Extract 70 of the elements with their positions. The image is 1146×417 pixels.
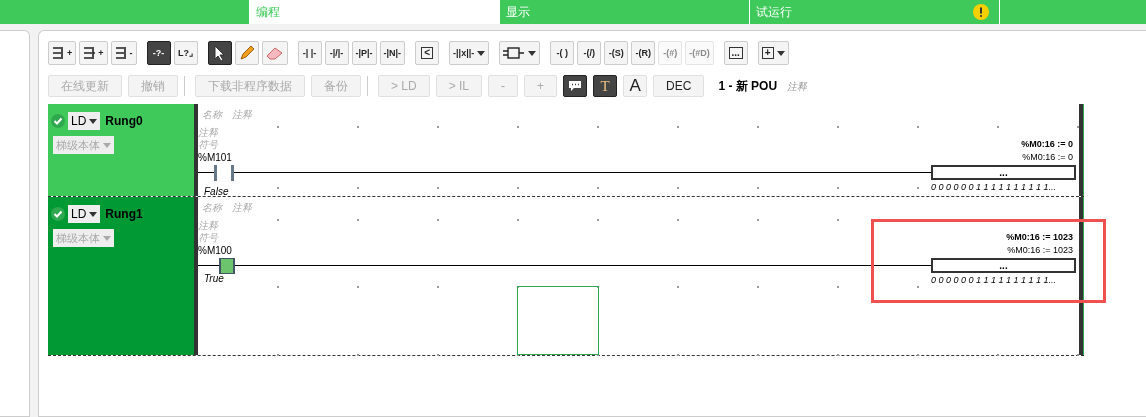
output-title: %M0:16 := 1023 — [1006, 232, 1073, 243]
toolbar-button[interactable]: - — [110, 41, 137, 65]
comment-label: 注释 — [232, 108, 252, 122]
rung-icon — [52, 46, 64, 60]
caret-icon — [776, 50, 785, 56]
block-icon — [503, 46, 526, 60]
symbol-label: 符号 — [198, 232, 218, 244]
toolbar-button[interactable]: -|N|- — [379, 41, 406, 65]
comment-toggle[interactable] — [563, 75, 588, 97]
toolbar-button[interactable]: -|/|- — [324, 41, 349, 65]
framed-symbol: + — [761, 47, 774, 59]
toolbar-button[interactable]: < — [415, 41, 440, 65]
toolbar-button[interactable]: -( ) — [550, 41, 575, 65]
toolbar-button[interactable]: -| |- — [297, 41, 322, 65]
caret-icon — [89, 211, 98, 217]
caret-icon — [477, 50, 486, 56]
caret-icon — [528, 50, 537, 56]
contact[interactable] — [219, 258, 235, 274]
contact-state: True — [204, 273, 224, 285]
comment-label: 注释 — [198, 127, 218, 139]
bit-values: 0 0 0 0 0 0 1 1 1 1 1 1 1 1 1 1... — [931, 182, 1057, 193]
contact-address: %M101 — [198, 152, 232, 164]
toolbar-button[interactable]: -?- — [146, 41, 171, 65]
pointer-icon — [213, 45, 226, 61]
pou-title: 1 - 新 POU — [718, 78, 778, 95]
speech-bubble-icon — [568, 80, 583, 92]
output-value: %M0:16 := 1023 — [1007, 245, 1073, 256]
rung-header[interactable]: LD Rung0 梯级本体 — [48, 104, 194, 196]
symbol-label: 符号 — [198, 139, 218, 151]
pencil-icon — [238, 45, 255, 61]
toolbar-button[interactable]: -(R) — [631, 41, 656, 65]
rung-icon — [114, 46, 127, 60]
contact-state: False — [204, 186, 229, 198]
toolbar-button[interactable]: -(S) — [604, 41, 629, 65]
eraser-icon — [265, 46, 284, 60]
action-button[interactable]: DEC — [653, 75, 705, 97]
bit-values: 0 0 0 0 0 0 1 1 1 1 1 1 1 1 1 1... — [931, 275, 1057, 286]
caret-icon — [103, 142, 111, 148]
name-label: 名称 — [202, 108, 222, 122]
toolbar-button[interactable]: -|P|- — [351, 41, 377, 65]
warning-icon — [973, 4, 989, 20]
font-size-button[interactable]: A — [623, 75, 648, 97]
toolbar-button[interactable]: + — [757, 41, 789, 65]
language-dropdown[interactable]: LD — [68, 112, 101, 130]
framed-symbol: ... — [728, 47, 743, 59]
caret-icon — [103, 235, 111, 241]
caret-icon — [89, 118, 98, 124]
text-toggle[interactable]: T — [593, 75, 618, 97]
comment-label: 注释 — [232, 201, 252, 215]
contact-address: %M100 — [198, 245, 232, 257]
rung-icon — [83, 46, 96, 60]
output-value: %M0:16 := 0 — [1022, 152, 1073, 163]
operation-block[interactable]: ... — [931, 165, 1076, 180]
comment-label: 注释 — [198, 220, 218, 232]
rung-header[interactable]: LD Rung1 梯级本体 — [48, 197, 194, 355]
operation-block[interactable]: ... — [931, 258, 1076, 273]
toolbar-button[interactable] — [207, 41, 232, 65]
toolbar-button[interactable]: + — [48, 41, 77, 65]
name-label: 名称 — [202, 201, 222, 215]
toolbar-button[interactable]: -(/) — [577, 41, 602, 65]
pou-comment: 注释 — [787, 79, 808, 94]
rung-name: Rung1 — [105, 206, 143, 223]
toolbar-button[interactable]: L?⌟ — [173, 41, 198, 65]
language-dropdown[interactable]: LD — [68, 205, 101, 223]
rung-name: Rung0 — [105, 113, 143, 130]
toolbar-button[interactable]: + — [79, 41, 108, 65]
toolbar-button[interactable]: ... — [723, 41, 748, 65]
framed-symbol: < — [421, 47, 434, 59]
output-title: %M0:16 := 0 — [1021, 139, 1073, 150]
toolbar-button[interactable]: -||x||- — [449, 41, 490, 65]
